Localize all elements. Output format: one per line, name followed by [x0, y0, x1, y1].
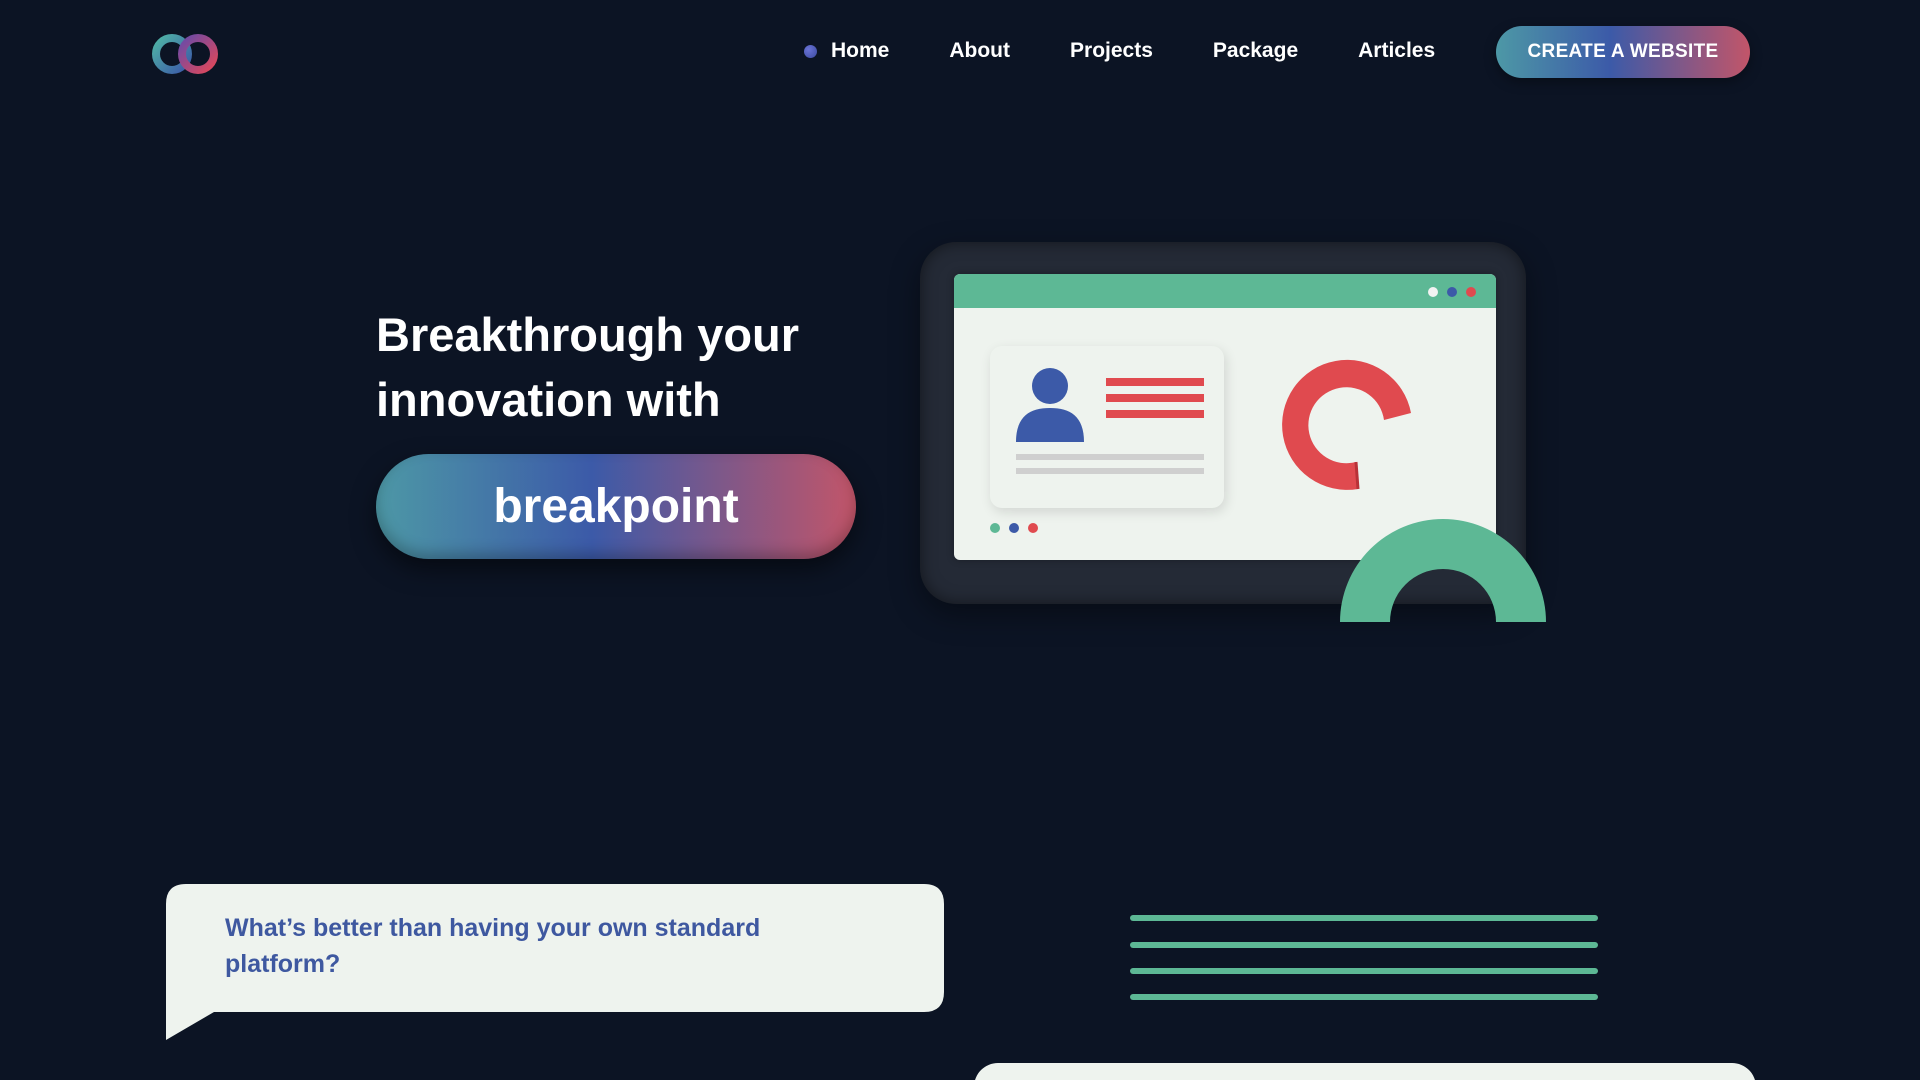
nav-label-package: Package — [1212, 39, 1299, 62]
main-nav: Home About Projects Package Articles — [804, 30, 1495, 72]
text-line-red-1 — [1106, 378, 1204, 386]
donut-chart-icon — [1282, 359, 1411, 490]
hero-title-line-2: innovation with — [376, 373, 721, 426]
text-line-red-2 — [1106, 394, 1204, 402]
hero-illustration — [920, 242, 1550, 622]
mini-dot-green — [990, 523, 1000, 533]
text-line-gray-2 — [1016, 468, 1204, 474]
bar-dot-red — [1466, 287, 1476, 297]
bp-logo[interactable] — [148, 14, 224, 86]
mini-dot-blue — [1009, 523, 1019, 533]
mini-dot-red — [1028, 523, 1038, 533]
bar-dot-white — [1428, 287, 1438, 297]
brand-pill: breakpoint — [376, 454, 856, 559]
nav-item-home[interactable]: Home — [804, 30, 889, 72]
green-arch-shape — [1340, 519, 1546, 622]
person-icon — [1016, 368, 1084, 442]
nav-item-projects[interactable]: Projects — [1070, 30, 1153, 72]
next-section-card — [974, 1063, 1756, 1080]
decorative-lines — [1130, 915, 1598, 1000]
hero-title-line-1: Breakthrough your — [376, 308, 800, 361]
nav-item-about[interactable]: About — [949, 30, 1010, 72]
browser-bar — [954, 274, 1496, 308]
nav-label-about: About — [949, 39, 1011, 62]
active-dot-icon — [804, 44, 817, 58]
text-line-red-3 — [1106, 410, 1204, 418]
feature-question: What’s better than having your own stand… — [225, 914, 761, 978]
nav-item-articles[interactable]: Articles — [1358, 30, 1435, 72]
create-website-button[interactable]: CREATE A WEBSITE — [1496, 26, 1750, 78]
nav-label-projects: Projects — [1070, 39, 1153, 62]
profile-card — [990, 346, 1224, 508]
landing-page: Home About Projects Package Articles CRE… — [0, 0, 1920, 1080]
hero-title: Breakthrough your innovation with — [376, 302, 896, 432]
bar-dot-blue — [1447, 287, 1457, 297]
nav-label-home: Home — [831, 39, 890, 62]
nav-item-package[interactable]: Package — [1213, 30, 1298, 72]
text-line-gray-1 — [1016, 454, 1204, 460]
nav-label-articles: Articles — [1358, 39, 1436, 62]
